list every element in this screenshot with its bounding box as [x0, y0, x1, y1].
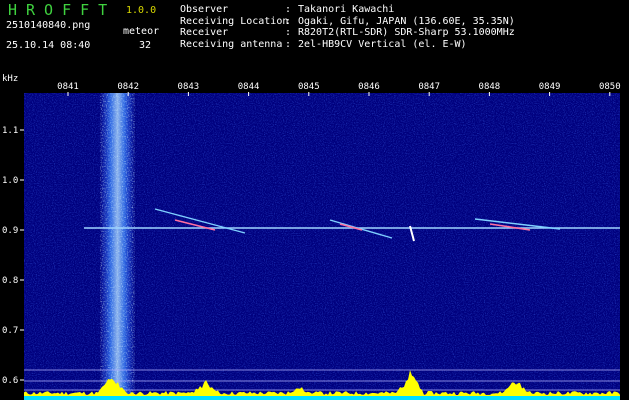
amplitude-baseline	[24, 396, 620, 400]
x-tick-label: 0843	[178, 82, 200, 92]
x-tick-label: 0845	[298, 82, 320, 92]
y-ticks: 1.1 1.0 0.9 0.8 0.7 0.6	[2, 126, 24, 386]
y-tick-label: 0.6	[2, 376, 18, 386]
y-tick-label: 0.7	[2, 326, 18, 336]
x-tick-label: 0850	[599, 82, 621, 92]
y-tick-label: 0.8	[2, 276, 18, 286]
x-tick-label: 0847	[418, 82, 440, 92]
x-tick-label: 0841	[57, 82, 79, 92]
y-tick-label: 1.0	[2, 176, 18, 186]
y-tick-label: 1.1	[2, 126, 18, 136]
x-tick-label: 0846	[358, 82, 380, 92]
y-tick-label: 0.9	[2, 226, 18, 236]
x-tick-label: 0842	[117, 82, 139, 92]
interference-speckle	[100, 93, 135, 400]
x-tick-label: 0849	[539, 82, 561, 92]
x-tick-label: 0848	[479, 82, 501, 92]
x-tick-label: 0844	[238, 82, 260, 92]
spectrogram: 1.1 1.0 0.9 0.8 0.7 0.6 0841 0842 0843 0844 0845 0…	[2, 82, 621, 400]
